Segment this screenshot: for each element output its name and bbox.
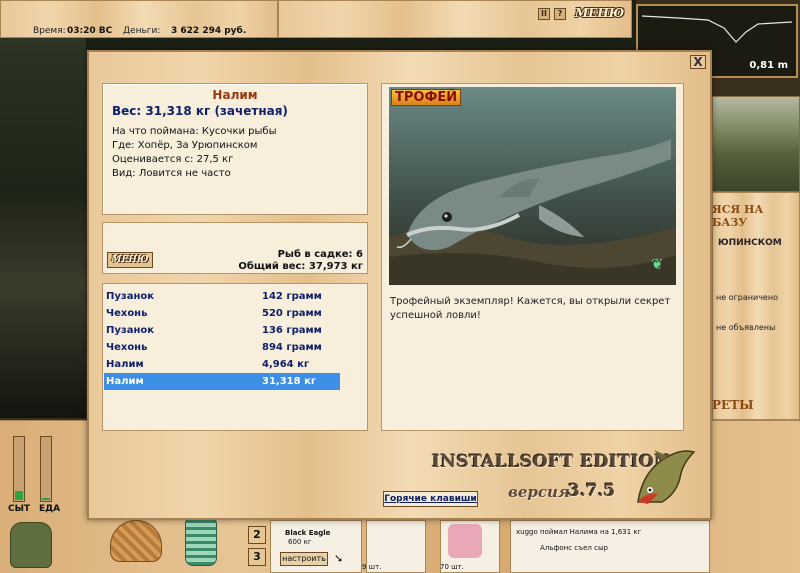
catch-fish-weight: 4,964 кг <box>262 359 310 370</box>
fish-count: Рыб в садке: 6 <box>277 249 363 260</box>
satiety-label: СЫТ <box>8 504 31 514</box>
money-label: Деньги: <box>123 26 161 36</box>
reports-link[interactable]: РЕТЫ <box>712 398 754 412</box>
catch-fish-name: Пузанок <box>106 291 155 302</box>
catch-fish-weight: 142 грамм <box>262 291 322 302</box>
food-fill <box>42 498 50 500</box>
setup-button[interactable]: настроить <box>280 552 328 566</box>
catch-fish-name: Налим <box>106 359 144 370</box>
side-place: ЮПИНСКОМ <box>718 238 782 248</box>
food-gauge <box>40 436 52 502</box>
time-label: Время: <box>33 26 66 36</box>
rod-name: Black Eagle <box>285 529 331 537</box>
money-value: 3 622 294 руб. <box>171 26 247 36</box>
fish-weight: Вес: 31,318 кг (зачетная) <box>112 104 288 118</box>
version-label: версия <box>508 483 570 501</box>
go-to-base-link[interactable]: ЯСЯ НА БАЗУ <box>712 203 800 229</box>
keepnet-icon[interactable] <box>185 516 217 566</box>
keepnet-menu-button[interactable]: МЕНЮ <box>107 252 153 268</box>
status-bar: Время: 03:20 ВС Деньги: 3 622 294 руб. <box>0 0 278 38</box>
catch-fish-weight: 136 грамм <box>262 325 322 336</box>
side-line-3: не объявлены <box>716 323 776 332</box>
catch-row[interactable]: Налим 31,318 кг <box>104 373 340 390</box>
satiety-gauge <box>13 436 25 502</box>
catch-fish-name: Налим <box>106 376 144 387</box>
rod-weight: 600 кг <box>288 538 312 546</box>
help-button[interactable]: ? <box>554 8 566 20</box>
catch-fish-name: Пузанок <box>106 325 155 336</box>
chat-line: Альфонс съел сыр <box>540 544 608 552</box>
satiety-fill <box>15 490 23 500</box>
hotkeys-button[interactable]: Горячие клавиши <box>383 491 478 507</box>
depth-value: 0,81 m <box>749 60 788 71</box>
pike-logo-icon <box>637 450 696 504</box>
rod-slot-3-button[interactable]: 3 <box>248 548 266 566</box>
valued-from: Оценивается с: 27,5 кг <box>112 154 234 165</box>
catch-fish-name: Чехонь <box>106 308 148 319</box>
backpack-icon[interactable] <box>10 522 52 568</box>
catch-fish-name: Чехонь <box>106 342 148 353</box>
bait-icon <box>448 524 482 558</box>
game-scene-left <box>0 38 86 418</box>
food-label: ЕДА <box>39 504 61 514</box>
catch-row[interactable]: Чехонь 894 грамм <box>104 339 340 356</box>
rod-slot-2-button[interactable]: 2 <box>248 526 266 544</box>
arrow-icon: ➘ <box>334 552 344 565</box>
catch-fish-weight: 31,318 кг <box>262 376 317 387</box>
catch-row[interactable]: Чехонь 520 грамм <box>104 305 340 322</box>
bait-count: 70 шт. <box>440 563 464 571</box>
fish-name: Налим <box>212 88 258 102</box>
chat-line: xuggo поймал Налима на 1,631 кг <box>516 528 642 536</box>
caught-where: Где: Хопёр, За Урюпинском <box>112 140 258 151</box>
trophy-message: Трофейный экземпляр! Кажется, вы открыли… <box>390 296 671 321</box>
side-line-1: не ограничено <box>716 293 778 302</box>
catch-fish-weight: 894 грамм <box>262 342 322 353</box>
main-menu-button[interactable]: МЕНЮ <box>575 6 624 20</box>
trophy-fish-photo <box>389 87 676 285</box>
trophy-badge: ТРОФЕЙ <box>391 89 462 106</box>
version-number: 3.7.5 <box>568 481 616 501</box>
time-value: 03:20 ВС <box>67 26 113 36</box>
caught-with: На что поймана: Кусочки рыбы <box>112 126 277 137</box>
close-icon: X <box>693 55 703 69</box>
location-photo <box>712 96 800 192</box>
butterfly-icon[interactable]: ❦ <box>651 255 664 273</box>
close-button[interactable]: X <box>690 55 706 69</box>
pause-button[interactable]: II <box>538 8 550 20</box>
burbot-illustration <box>389 87 676 285</box>
lure-count: 9 шт. <box>362 563 382 571</box>
total-weight: Общий вес: 37,973 кг <box>238 261 363 272</box>
catch-row[interactable]: Налим 4,964 кг <box>104 356 340 373</box>
catch-row[interactable]: Пузанок 142 грамм <box>104 288 340 305</box>
catch-row[interactable]: Пузанок 136 грамм <box>104 322 340 339</box>
catch-fish-weight: 520 грамм <box>262 308 322 319</box>
fish-kind: Вид: Ловится не часто <box>112 168 231 179</box>
